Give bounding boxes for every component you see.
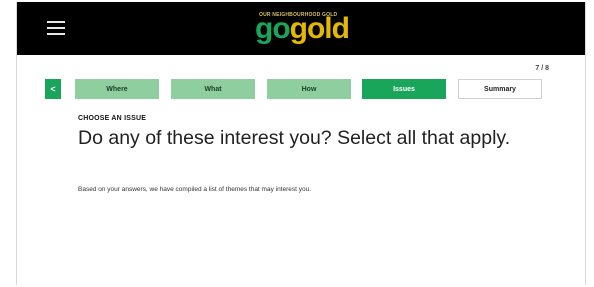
logo-word-gold: gold <box>289 12 350 45</box>
hamburger-menu-icon[interactable] <box>47 21 65 35</box>
menu-line <box>47 21 65 23</box>
step-navigation: < Where What How Issues Summary <box>45 79 545 99</box>
section-eyebrow: CHOOSE AN ISSUE <box>78 115 147 122</box>
step-progress: 7 / 8 <box>535 65 549 72</box>
step-where[interactable]: Where <box>75 79 159 99</box>
chevron-left-icon: < <box>50 84 56 94</box>
step-summary[interactable]: Summary <box>458 79 542 99</box>
page-description: Based on your answers, we have compiled … <box>78 186 312 193</box>
step-how[interactable]: How <box>267 79 351 99</box>
step-issues[interactable]: Issues <box>362 79 446 99</box>
back-button[interactable]: < <box>45 79 61 99</box>
gogold-logo[interactable]: OUR NEIGHBOURHOOD GOLD gogold <box>247 10 367 50</box>
app-frame: OUR NEIGHBOURHOOD GOLD gogold 7 / 8 < Wh… <box>16 2 586 285</box>
step-what[interactable]: What <box>171 79 255 99</box>
top-bar: OUR NEIGHBOURHOOD GOLD gogold <box>17 2 585 55</box>
logo-word-go: go <box>255 12 291 45</box>
logo-wordmark: gogold <box>255 12 350 46</box>
page-question: Do any of these interest you? Select all… <box>78 127 511 149</box>
menu-line <box>47 27 65 29</box>
menu-line <box>47 33 65 35</box>
